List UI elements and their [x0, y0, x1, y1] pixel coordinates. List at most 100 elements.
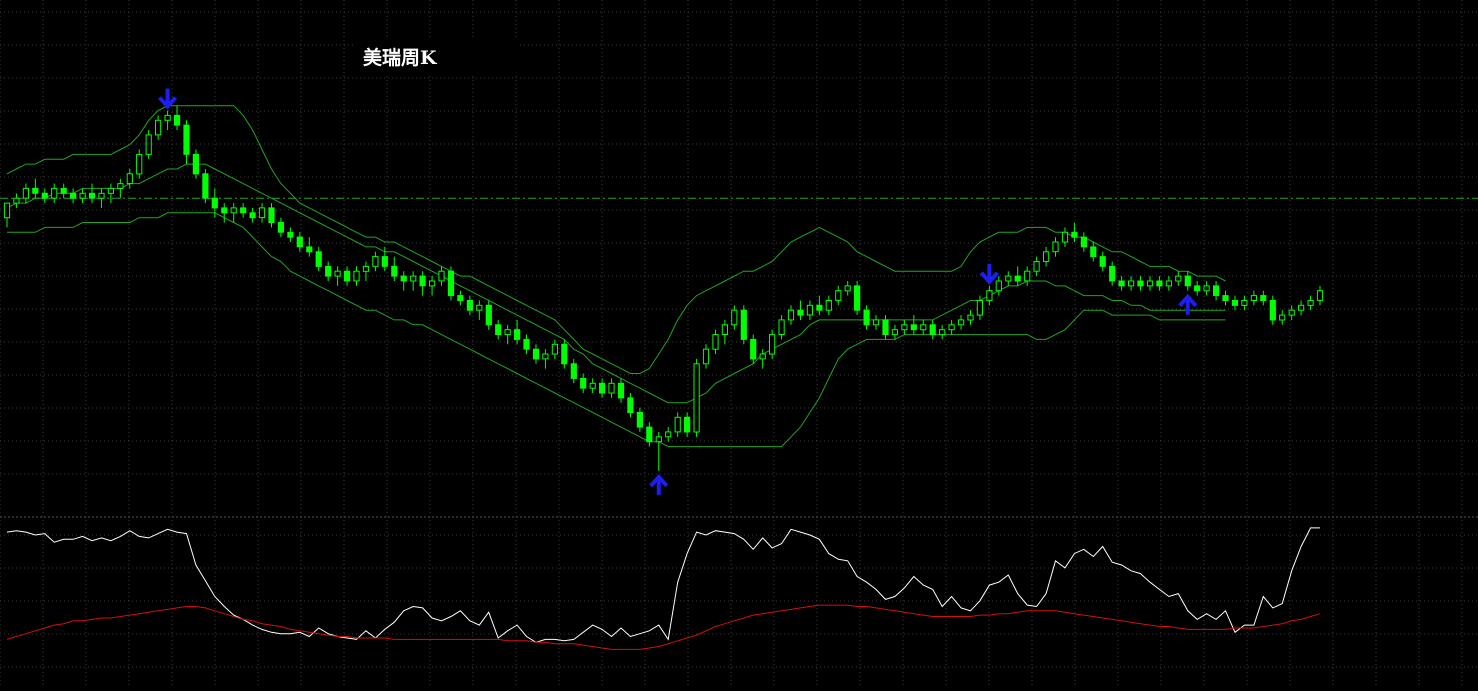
candle-body-up [986, 290, 993, 301]
candle-body-down [1118, 280, 1125, 287]
candle-body-up [693, 363, 700, 433]
candle-body-up [1043, 251, 1050, 263]
candle-body-down [1080, 236, 1088, 248]
candle-body-down [1260, 295, 1267, 302]
candle-body-down [381, 256, 388, 267]
candle-body-down [1231, 300, 1239, 306]
candle-body-up [1307, 300, 1314, 306]
candle-body-up [51, 187, 58, 199]
candle-body-down [447, 270, 455, 297]
candle-body-down [570, 363, 577, 379]
candle [202, 168, 209, 204]
candle-body-up [958, 319, 965, 326]
candle-body-down [1194, 285, 1201, 292]
candle [447, 266, 455, 301]
candle-body-up [1052, 241, 1059, 253]
candle-body-down [221, 207, 228, 214]
candle-body-up [1165, 280, 1173, 287]
candle-body-up [1298, 304, 1305, 311]
candle-body-up [1033, 261, 1040, 272]
candle-body-up [145, 134, 152, 155]
candle-body-down [325, 265, 332, 277]
candle-body-up [410, 275, 417, 282]
candle-body-down [797, 309, 804, 316]
candle-body-down [1109, 265, 1116, 282]
candle-body-down [929, 324, 936, 335]
candle-body-down [1156, 280, 1163, 287]
candle-body-down [854, 285, 861, 311]
candle-body-down [344, 270, 351, 282]
candle-body-up [995, 280, 1002, 292]
candle-body-down [400, 275, 407, 282]
candle-body-up [372, 256, 379, 267]
candle-body-down [627, 397, 634, 413]
candle-body-up [230, 207, 237, 214]
candle-body-down [60, 187, 67, 194]
candle-body-up [1005, 275, 1012, 282]
candle-body-up [759, 353, 766, 360]
candle-body-up [1250, 295, 1258, 302]
candle-body-down [485, 304, 492, 326]
candle-body-down [816, 304, 823, 311]
candle-body-down [306, 246, 313, 253]
candle-body-up [1061, 231, 1069, 243]
candle-body-down [296, 236, 303, 248]
candle-body-up [117, 183, 124, 190]
candle-body-down [211, 197, 218, 209]
candle-body-up [504, 329, 511, 336]
candle-body-down [41, 192, 48, 199]
candle-body-down [287, 231, 294, 238]
candle-body-down [1184, 275, 1191, 287]
candle-body-down [646, 426, 653, 443]
candle-body-up [920, 324, 927, 331]
candle-body-up [891, 329, 898, 336]
candle-body-up [731, 309, 738, 326]
candle-body-up [769, 334, 776, 355]
candle-body-up [702, 348, 710, 365]
candle-body-down [1137, 280, 1144, 287]
candle-body-down [1090, 246, 1097, 258]
candle-body-down [523, 338, 530, 350]
candle-body-down [599, 382, 606, 394]
candle-body-down [684, 416, 691, 433]
candle-body-up [939, 329, 946, 336]
candle-body-up [258, 207, 266, 219]
candle-body-up [98, 192, 105, 199]
candle-body-down [466, 300, 473, 311]
candle-body-up [13, 197, 20, 204]
candle-body-up [126, 173, 133, 185]
candle-body-up [353, 270, 360, 282]
candle-body-down [532, 348, 540, 360]
candle-body-up [107, 187, 115, 194]
candle-body-up [429, 280, 436, 287]
candle-body-up [787, 309, 795, 321]
candle-body-down [240, 207, 247, 214]
candle-body-down [173, 114, 181, 126]
candle-body-down [1099, 256, 1106, 267]
candle-body-up [967, 314, 974, 321]
candle-body-up [79, 192, 86, 199]
candle-body-up [589, 382, 596, 389]
candle-body-down [1269, 300, 1276, 321]
candle-body-up [1288, 309, 1295, 316]
candle-body-up [155, 119, 162, 136]
candle-body-down [561, 343, 568, 365]
candle [485, 300, 492, 330]
candle-body-up [948, 324, 955, 331]
chart-background [0, 0, 1478, 687]
candle-body-up [976, 300, 983, 316]
candle-body-up [438, 270, 445, 282]
candle-body-up [844, 285, 851, 292]
candle [740, 305, 747, 345]
candle-body-up [901, 324, 908, 331]
chart-title: 美瑞周K [363, 46, 438, 69]
candle-body-up [164, 114, 171, 121]
candle-body-down [391, 265, 398, 277]
candle-body-down [495, 324, 502, 335]
candle-body-down [636, 412, 643, 428]
candle-body-up [136, 153, 143, 175]
candle [750, 334, 757, 364]
candle-body-down [580, 377, 587, 389]
candle-body-down [863, 309, 870, 326]
candle-body-down [88, 192, 96, 199]
